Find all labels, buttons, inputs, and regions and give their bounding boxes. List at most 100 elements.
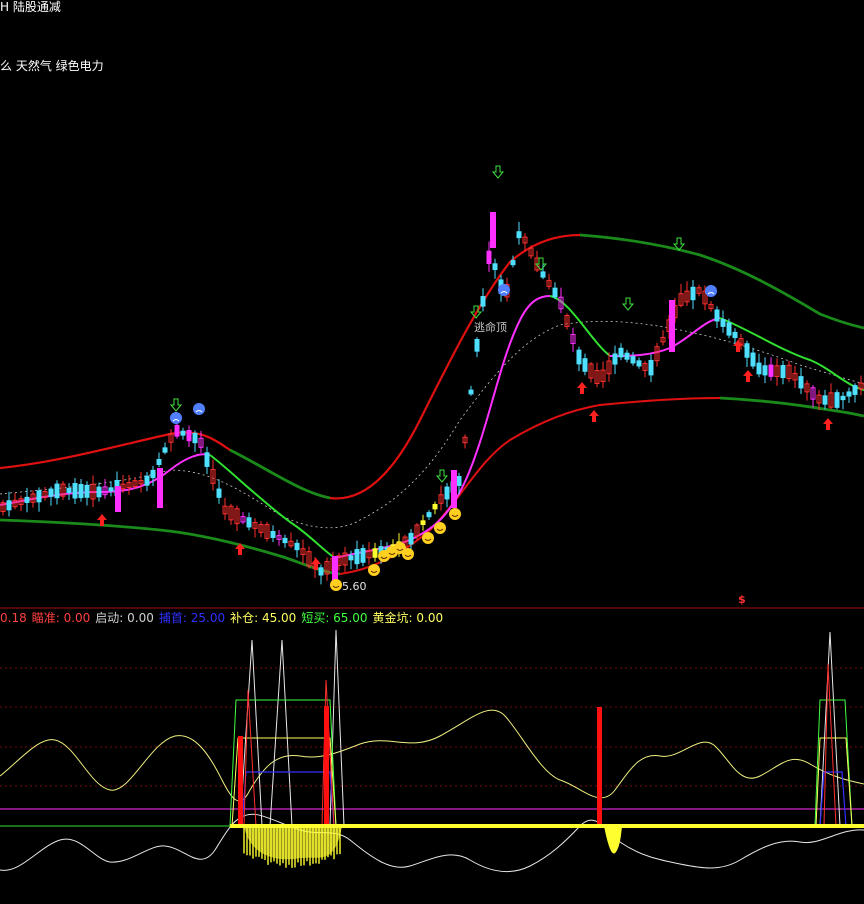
candle-body (468, 389, 474, 395)
indicator-golden-pit: 黄金坑: 0.00 (372, 611, 444, 625)
candle-body (162, 447, 168, 453)
candle-body (216, 488, 222, 498)
indicator-short-buy: 短买: 65.00 (301, 611, 368, 625)
upper-band-green (579, 233, 864, 330)
candle-body (78, 484, 84, 499)
candle-body-highlight (115, 486, 121, 512)
smiley-icon (434, 522, 446, 534)
mid-line-green-3 (719, 317, 864, 391)
candle-body (54, 483, 60, 499)
indicator-legend: 0.18 瞄准: 0.00 启动: 0.00 捕首: 25.00 补仓: 45.… (0, 611, 443, 625)
candle-body (798, 376, 804, 389)
candle-body (72, 483, 78, 499)
sell-arrow-icon (491, 165, 505, 179)
stock-title: H 陆股通减 (0, 0, 61, 14)
candle-body (636, 360, 642, 367)
candle-body (540, 271, 546, 278)
indicator-aim: 瞄准: 0.00 (31, 611, 91, 625)
white-spikes (239, 629, 841, 827)
lower-band-green-right (719, 396, 864, 418)
red-bar (324, 706, 329, 826)
candle-body (576, 349, 582, 365)
candle-body (612, 353, 618, 365)
candle-body (108, 487, 114, 492)
candle-body (372, 548, 378, 558)
candle-body (444, 486, 450, 500)
candle-body-highlight (451, 470, 457, 508)
candle-body (6, 500, 12, 511)
sad-face-icon (498, 284, 510, 296)
buy-arrow-icon (823, 418, 833, 430)
candle-body-highlight (669, 300, 675, 352)
signal-dollar-marker: $ (738, 593, 746, 606)
candle-body (618, 347, 624, 358)
sad-face-icon (193, 403, 205, 415)
candle-body (84, 484, 90, 498)
pit-fill (604, 826, 622, 854)
candle-body (474, 338, 480, 352)
indicator-capture: 捕首: 25.00 (158, 611, 226, 625)
yellow-oscillator (0, 709, 864, 802)
candle-body (624, 352, 630, 360)
chart-canvas[interactable] (0, 0, 864, 904)
candle-body (648, 359, 654, 376)
candle-body (246, 517, 252, 528)
candle-body (834, 392, 840, 408)
candle-body (144, 475, 150, 486)
sell-arrow-icon (435, 469, 449, 483)
red-bar (597, 707, 602, 826)
sell-arrow-icon (169, 398, 183, 412)
candle-body (714, 309, 720, 322)
candle-body (432, 503, 438, 510)
candle-body (492, 263, 498, 271)
sad-face-icon (170, 412, 182, 424)
candle-body (180, 430, 186, 436)
candle-body (582, 358, 588, 372)
candle-body (24, 496, 30, 503)
candle-body (756, 362, 762, 375)
red-bar (238, 736, 243, 826)
candle-body (732, 331, 738, 339)
candle-body (768, 364, 774, 377)
candle-body (750, 352, 756, 367)
indicator-start: 启动: 0.00 (95, 611, 154, 625)
candle-body (690, 286, 696, 301)
candle-body (762, 365, 768, 376)
sell-arrow-icon (621, 297, 635, 311)
upper-band-green-mid (229, 448, 331, 500)
candle-body (726, 322, 732, 336)
smiley-icon (368, 564, 380, 576)
indicator-add-position: 补仓: 45.00 (230, 611, 297, 625)
candle-body (150, 469, 156, 479)
sad-face-icon (705, 285, 717, 297)
candle-body (318, 567, 324, 576)
candle-body (192, 432, 198, 444)
candle-body (852, 385, 858, 395)
smiley-icon (422, 532, 434, 544)
buy-arrow-icon (589, 410, 599, 422)
candle-body (744, 343, 750, 358)
candle-body (156, 459, 162, 465)
candle-body (174, 424, 180, 437)
dashed-ma (0, 321, 864, 529)
smiley-icon (330, 579, 342, 591)
candle-body (840, 395, 846, 401)
candle-body (510, 260, 516, 266)
candle-body (204, 452, 210, 467)
stock-chart-window: H 陆股通减 么 天然气 绿色电力 逃命顶 5.60 $ 0.18 瞄准: 0.… (0, 0, 864, 904)
candle-body (66, 487, 72, 493)
upper-band-red (0, 233, 581, 500)
candle-body (516, 231, 522, 239)
candle-body (780, 365, 786, 379)
candle-body (36, 490, 42, 503)
candle-body (96, 486, 102, 498)
candle-body (270, 530, 276, 539)
smiley-icon (449, 508, 461, 520)
candle-body (294, 542, 300, 551)
candle-body (348, 555, 354, 561)
candle-body (48, 488, 54, 497)
candle-body (426, 512, 432, 518)
candle-body (822, 395, 828, 405)
low-price-label: 5.60 (342, 580, 367, 593)
candle-body (720, 319, 726, 327)
